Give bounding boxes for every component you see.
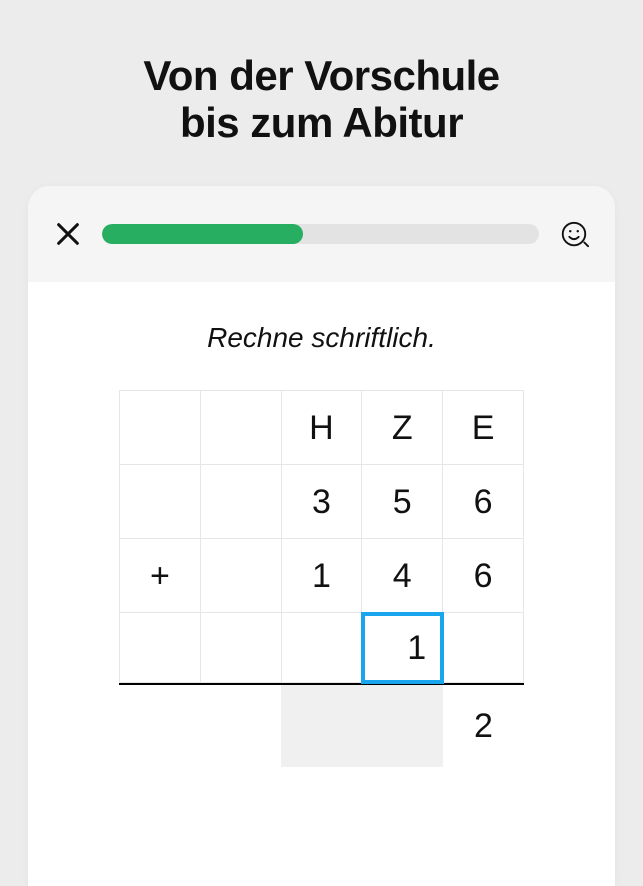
carry-2[interactable] — [281, 613, 362, 683]
carry-0[interactable] — [120, 613, 201, 683]
addend2-row: + 1 4 6 — [120, 539, 524, 613]
operator-cell: + — [120, 539, 201, 613]
cell-a11 — [200, 465, 281, 539]
cell-h1 — [200, 391, 281, 465]
cell-a13: 5 — [362, 465, 443, 539]
exercise-content: Rechne schriftlich. H Z E 3 5 6 + 1 4 — [28, 282, 615, 767]
result-1[interactable] — [200, 685, 281, 767]
carry-row: 1 — [120, 613, 524, 683]
result-0[interactable] — [119, 685, 200, 767]
result-2[interactable] — [281, 685, 362, 767]
carry-4[interactable] — [443, 613, 524, 683]
exercise-topbar — [28, 186, 615, 282]
header-row: H Z E — [120, 391, 524, 465]
result-3[interactable] — [362, 685, 443, 767]
cell-h2: H — [281, 391, 362, 465]
carry-3[interactable]: 1 — [362, 613, 443, 683]
cell-a22: 1 — [281, 539, 362, 613]
cell-h4: E — [443, 391, 524, 465]
exercise-prompt: Rechne schriftlich. — [58, 322, 585, 354]
exercise-card: Rechne schriftlich. H Z E 3 5 6 + 1 4 — [28, 186, 615, 886]
headline-line1: Von der Vorschule — [143, 52, 499, 99]
longhand-addition-grid: H Z E 3 5 6 + 1 4 6 1 — [119, 390, 524, 683]
feedback-smile-icon[interactable] — [559, 219, 589, 249]
cell-h0 — [120, 391, 201, 465]
progress-bar — [102, 224, 539, 244]
result-grid: 2 — [119, 685, 524, 767]
result-row: 2 — [119, 685, 524, 767]
marketing-headline: Von der Vorschule bis zum Abitur — [0, 0, 643, 186]
cell-a21 — [200, 539, 281, 613]
carry-1[interactable] — [200, 613, 281, 683]
cell-a10 — [120, 465, 201, 539]
close-icon[interactable] — [54, 220, 82, 248]
cell-h3: Z — [362, 391, 443, 465]
progress-fill — [102, 224, 303, 244]
result-4[interactable]: 2 — [443, 685, 524, 767]
cell-a12: 3 — [281, 465, 362, 539]
addend1-row: 3 5 6 — [120, 465, 524, 539]
cell-a23: 4 — [362, 539, 443, 613]
headline-line2: bis zum Abitur — [180, 99, 463, 146]
cell-a14: 6 — [443, 465, 524, 539]
cell-a24: 6 — [443, 539, 524, 613]
